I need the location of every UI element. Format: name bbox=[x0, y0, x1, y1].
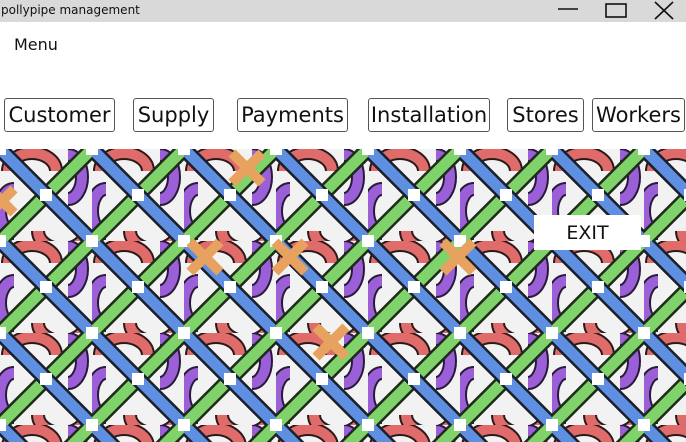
window-title: pollypipe management bbox=[1, 3, 140, 17]
maximize-button[interactable] bbox=[596, 0, 636, 22]
workers-button[interactable]: Workers bbox=[592, 98, 685, 132]
close-button[interactable] bbox=[644, 0, 684, 22]
minimize-icon bbox=[558, 8, 578, 10]
pipe-pattern-image bbox=[0, 149, 686, 442]
main-window: Menu Customer Supply Payments Installati… bbox=[0, 22, 686, 442]
customer-button[interactable]: Customer bbox=[4, 98, 115, 132]
menu-label: Menu bbox=[14, 35, 58, 54]
installation-button[interactable]: Installation bbox=[368, 98, 490, 132]
close-icon bbox=[654, 1, 674, 20]
stores-button[interactable]: Stores bbox=[507, 98, 584, 132]
title-bar: pollypipe management bbox=[0, 0, 686, 22]
payments-button[interactable]: Payments bbox=[237, 98, 348, 132]
minimize-button[interactable] bbox=[548, 0, 588, 22]
background-pattern bbox=[0, 149, 686, 442]
supply-button[interactable]: Supply bbox=[133, 98, 214, 132]
maximize-icon bbox=[605, 3, 627, 18]
exit-button[interactable]: EXIT bbox=[534, 215, 641, 250]
